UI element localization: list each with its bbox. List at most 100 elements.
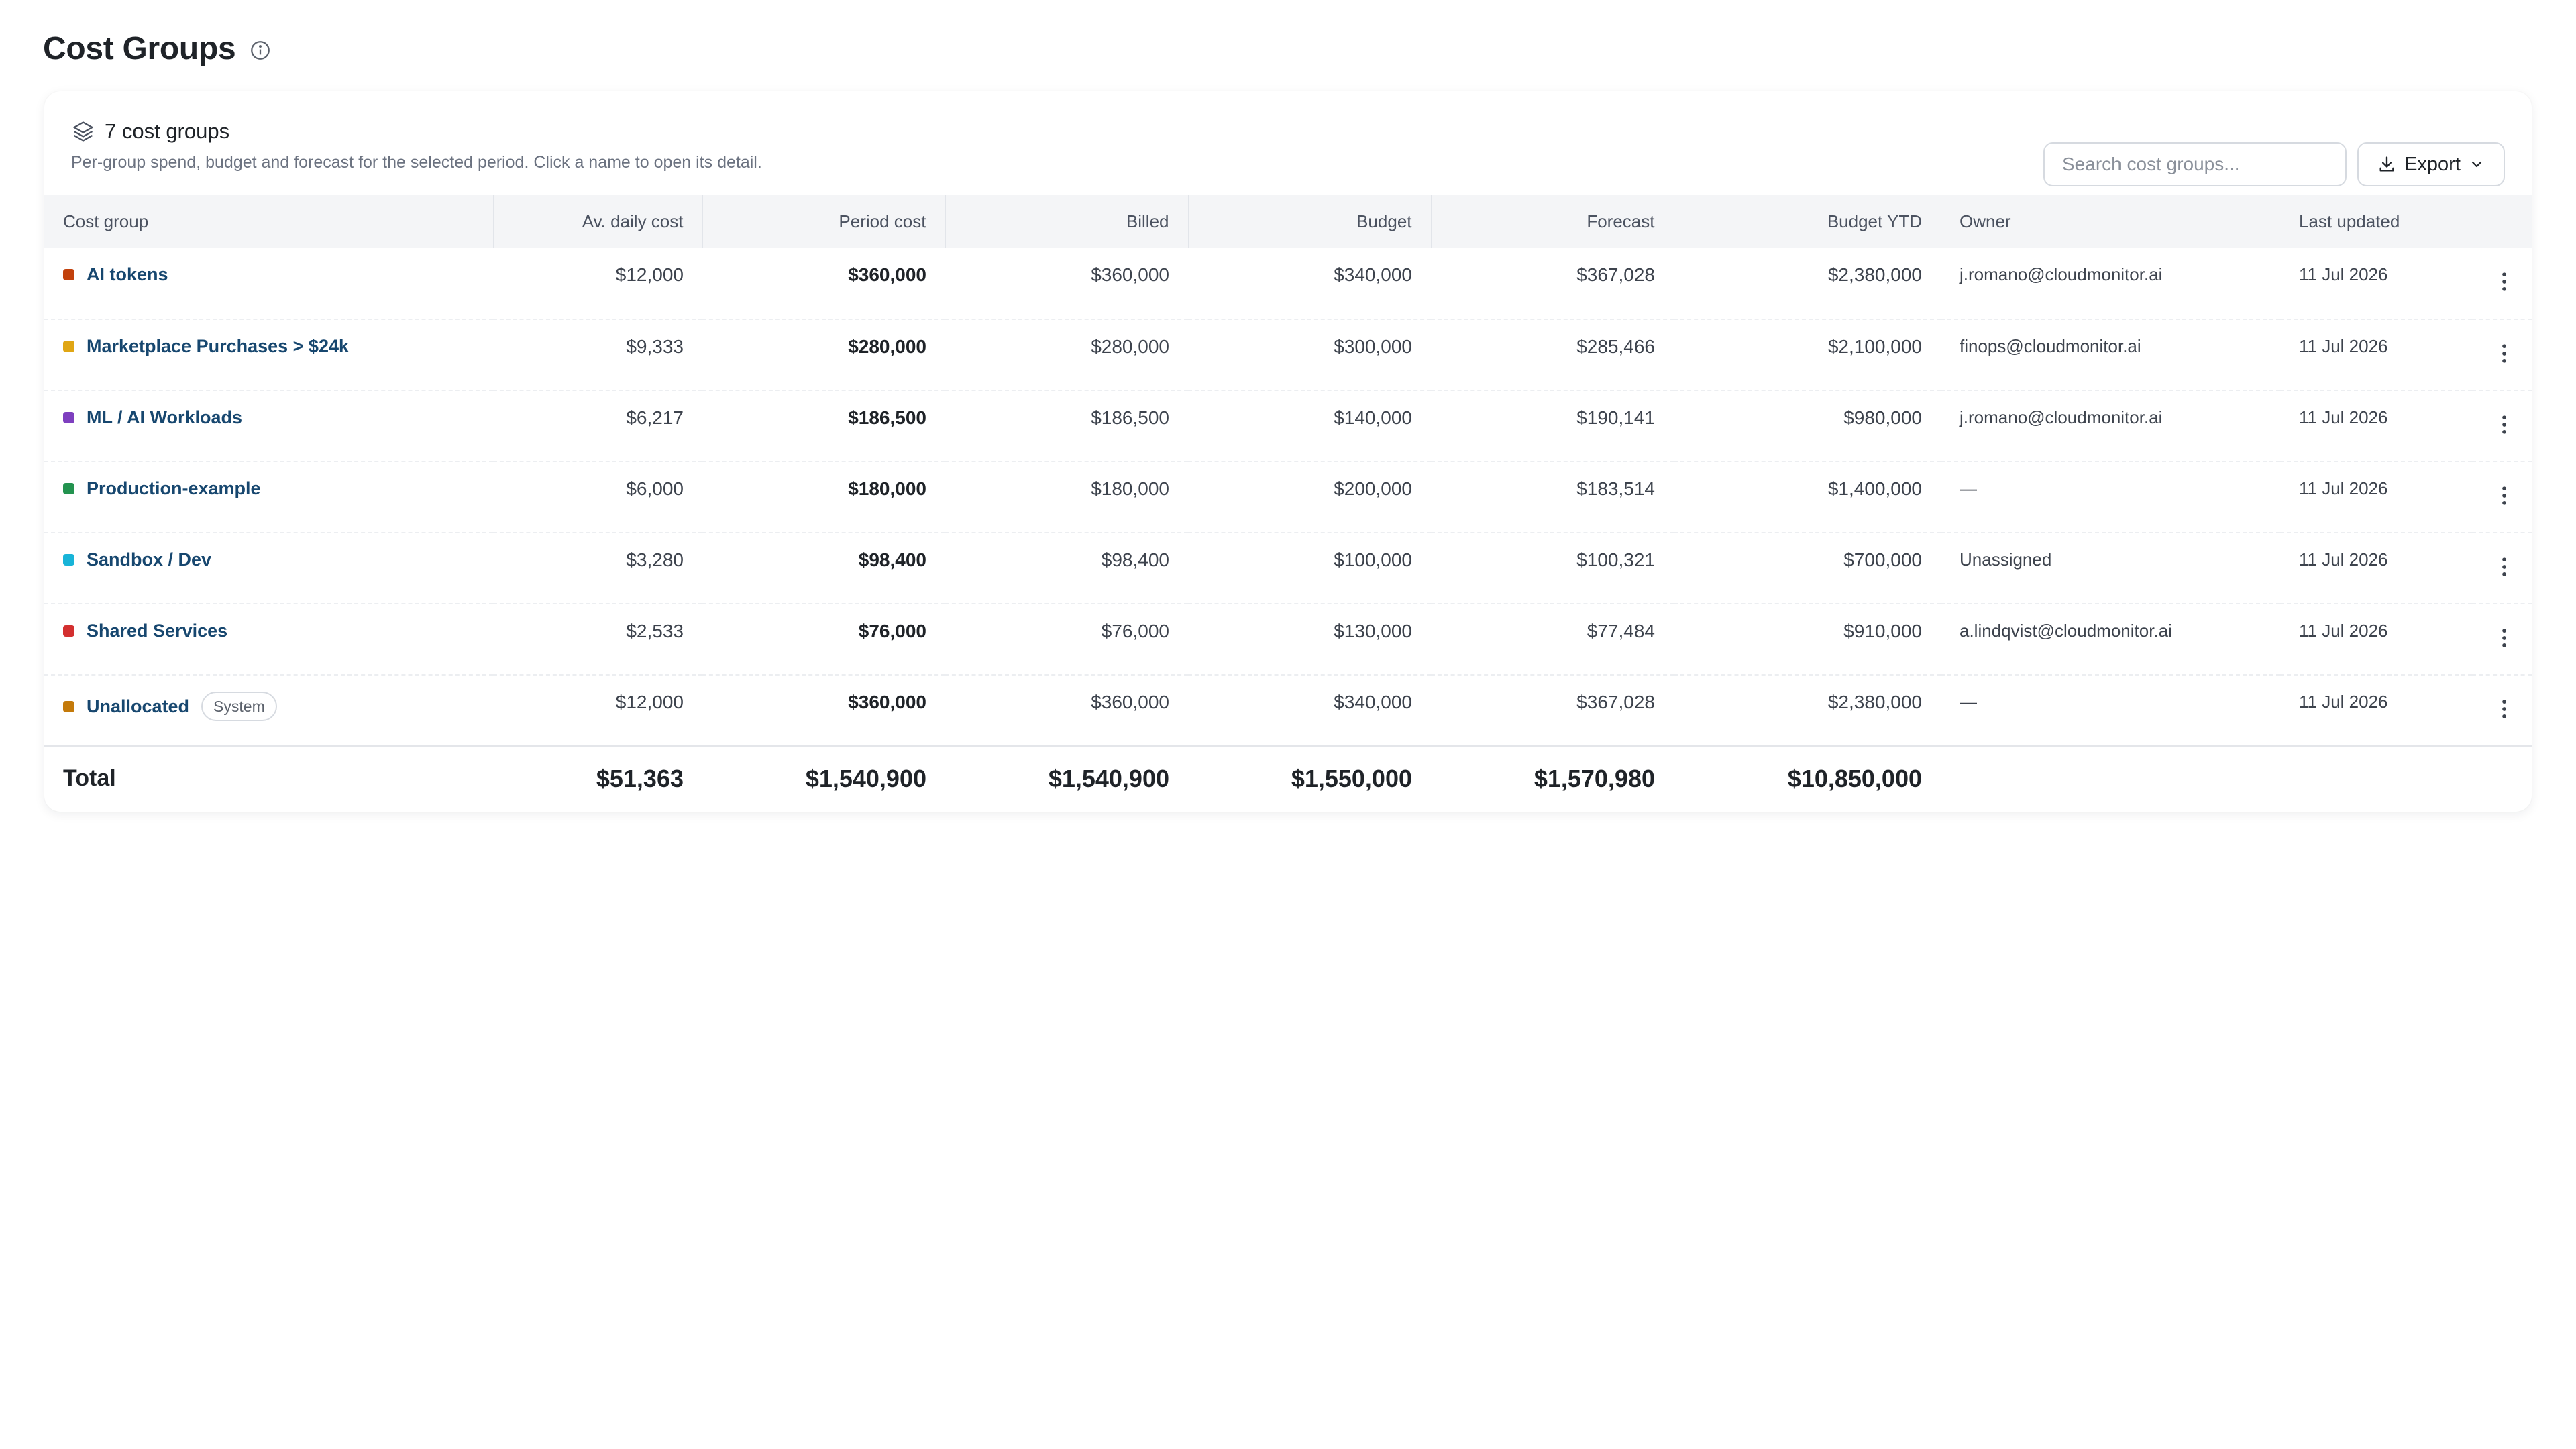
cost-group-link[interactable]: Sandbox / Dev <box>87 549 211 570</box>
system-badge: System <box>201 692 277 721</box>
av-daily-cost-cell: $6,000 <box>626 478 684 499</box>
cost-group-cell: AI tokens <box>44 248 493 319</box>
forecast-cell: $190,141 <box>1576 407 1655 428</box>
export-label: Export <box>2404 153 2461 175</box>
period-cost-cell: $98,400 <box>858 549 926 570</box>
budget-cell: $130,000 <box>1334 621 1412 641</box>
cost-group-link[interactable]: AI tokens <box>87 264 168 285</box>
more-options-icon[interactable] <box>2491 696 2518 722</box>
cost-group-cell: Shared Services <box>44 604 493 675</box>
row-actions-cell <box>2472 319 2532 390</box>
cost-group-link[interactable]: Production-example <box>87 478 261 499</box>
column-header-forecast[interactable]: Forecast <box>1431 195 1674 248</box>
header-controls: Export <box>2043 142 2505 186</box>
color-swatch <box>63 483 74 494</box>
column-header-billed[interactable]: Billed <box>945 195 1189 248</box>
cost-group-cell: Sandbox / Dev <box>44 533 493 604</box>
forecast-cell: $367,028 <box>1576 692 1655 712</box>
more-options-icon[interactable] <box>2491 625 2518 651</box>
table-header-row: Cost group Av. daily cost Period cost Bi… <box>44 195 2532 248</box>
budget-ytd-cell: $2,380,000 <box>1827 264 1922 285</box>
owner-cell: j.romano@cloudmonitor.ai <box>1960 264 2163 284</box>
search-input[interactable] <box>2043 142 2347 186</box>
owner-cell: — <box>1960 478 1977 498</box>
table-row[interactable]: Marketplace Purchases > $24k $9,333 $280… <box>44 319 2532 390</box>
period-cost-cell: $186,500 <box>848 407 926 428</box>
billed-cell: $280,000 <box>1091 336 1169 357</box>
last-updated-cell: 11 Jul 2026 <box>2299 478 2388 498</box>
billed-cell: $186,500 <box>1091 407 1169 428</box>
cost-group-link[interactable]: Shared Services <box>87 621 227 641</box>
table-row[interactable]: AI tokens $12,000 $360,000 $360,000 $340… <box>44 248 2532 319</box>
row-actions-cell <box>2472 675 2532 746</box>
budget-cell: $340,000 <box>1334 692 1412 712</box>
period-cost-cell: $280,000 <box>848 336 926 357</box>
av-daily-cost-cell: $6,217 <box>626 407 684 428</box>
last-updated-cell: 11 Jul 2026 <box>2299 549 2388 570</box>
period-cost-cell: $180,000 <box>848 478 926 499</box>
table-row[interactable]: Production-example $6,000 $180,000 $180,… <box>44 462 2532 533</box>
table-row[interactable]: Unallocated System $12,000 $360,000 $360… <box>44 675 2532 746</box>
more-options-icon[interactable] <box>2491 268 2518 295</box>
info-icon[interactable] <box>249 39 272 62</box>
owner-cell: a.lindqvist@cloudmonitor.ai <box>1960 621 2172 641</box>
cost-group-link[interactable]: Unallocated <box>87 696 189 717</box>
billed-cell: $180,000 <box>1091 478 1169 499</box>
download-icon <box>2377 155 2396 174</box>
column-header-last-updated[interactable]: Last updated <box>2280 195 2472 248</box>
row-actions-cell <box>2472 462 2532 533</box>
column-header-budget[interactable]: Budget <box>1188 195 1432 248</box>
color-swatch <box>63 412 74 423</box>
column-header-cost-group[interactable]: Cost group <box>44 195 494 248</box>
budget-ytd-cell: $700,000 <box>1843 549 1922 570</box>
budget-ytd-cell: $980,000 <box>1843 407 1922 428</box>
total-budget-ytd: $10,850,000 <box>1787 764 1922 792</box>
more-options-icon[interactable] <box>2491 340 2518 367</box>
color-swatch <box>63 625 74 637</box>
column-header-av-daily-cost[interactable]: Av. daily cost <box>493 195 703 248</box>
cost-group-link[interactable]: ML / AI Workloads <box>87 407 242 428</box>
forecast-cell: $183,514 <box>1576 478 1655 499</box>
color-swatch <box>63 554 74 566</box>
row-actions-cell <box>2472 248 2532 319</box>
row-actions-cell <box>2472 604 2532 675</box>
table-row[interactable]: Sandbox / Dev $3,280 $98,400 $98,400 $10… <box>44 533 2532 604</box>
period-cost-cell: $76,000 <box>858 621 926 641</box>
budget-ytd-cell: $2,100,000 <box>1827 336 1922 357</box>
column-header-actions <box>2472 195 2532 248</box>
table-row[interactable]: Shared Services $2,533 $76,000 $76,000 $… <box>44 604 2532 675</box>
column-header-budget-ytd[interactable]: Budget YTD <box>1674 195 1941 248</box>
export-button[interactable]: Export <box>2357 142 2505 186</box>
more-options-icon[interactable] <box>2491 482 2518 509</box>
total-budget: $1,550,000 <box>1291 764 1412 792</box>
total-label: Total <box>63 765 116 792</box>
cost-group-link[interactable]: Marketplace Purchases > $24k <box>87 336 349 357</box>
owner-cell: j.romano@cloudmonitor.ai <box>1960 407 2163 427</box>
cost-group-cell: Marketplace Purchases > $24k <box>44 319 493 390</box>
column-header-owner[interactable]: Owner <box>1941 195 2280 248</box>
forecast-cell: $100,321 <box>1576 549 1655 570</box>
forecast-cell: $77,484 <box>1587 621 1655 641</box>
av-daily-cost-cell: $9,333 <box>626 336 684 357</box>
total-forecast: $1,570,980 <box>1534 764 1655 792</box>
last-updated-cell: 11 Jul 2026 <box>2299 692 2388 712</box>
row-actions-cell <box>2472 533 2532 604</box>
cost-group-count: 7 cost groups <box>105 119 230 143</box>
more-options-icon[interactable] <box>2491 553 2518 580</box>
last-updated-cell: 11 Jul 2026 <box>2299 264 2388 284</box>
row-actions-cell <box>2472 390 2532 462</box>
last-updated-cell: 11 Jul 2026 <box>2299 336 2388 356</box>
cost-groups-card: 7 cost groups Per-group spend, budget an… <box>44 91 2532 812</box>
budget-ytd-cell: $910,000 <box>1843 621 1922 641</box>
total-billed: $1,540,900 <box>1048 764 1169 792</box>
total-row: Total $51,363 $1,540,900 $1,540,900 $1,5… <box>44 746 2532 810</box>
total-av-daily-cost: $51,363 <box>596 764 684 792</box>
billed-cell: $98,400 <box>1101 549 1169 570</box>
page: Cost Groups 7 cost groups Per-group spen… <box>0 0 2576 1449</box>
more-options-icon[interactable] <box>2491 411 2518 438</box>
av-daily-cost-cell: $3,280 <box>626 549 684 570</box>
table-row[interactable]: ML / AI Workloads $6,217 $186,500 $186,5… <box>44 390 2532 462</box>
last-updated-cell: 11 Jul 2026 <box>2299 407 2388 427</box>
column-header-period-cost[interactable]: Period cost <box>702 195 946 248</box>
page-title: Cost Groups <box>43 30 236 66</box>
